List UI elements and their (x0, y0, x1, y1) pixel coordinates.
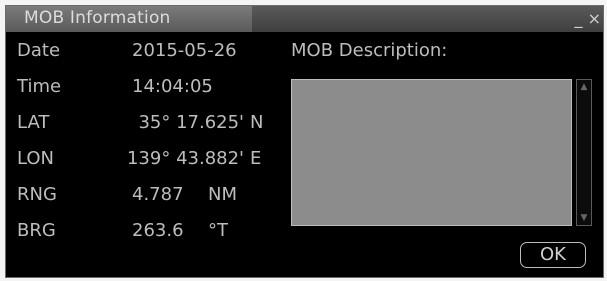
date-label: Date (17, 40, 61, 61)
dialog-title: MOB Information (24, 8, 171, 28)
title-tab: MOB Information (6, 6, 252, 32)
time-value: 14:04:05 (132, 76, 213, 97)
brg-unit: °T (208, 220, 228, 241)
time-label: Time (17, 76, 62, 97)
lat-label: LAT (17, 112, 50, 133)
lon-label: LON (17, 148, 55, 169)
lat-value: 35° 17.625' (138, 112, 244, 133)
rng-value: 4.787 (132, 184, 184, 205)
rng-unit: NM (208, 184, 237, 205)
brg-value: 263.6 (132, 220, 184, 241)
mob-description-textarea[interactable] (291, 79, 572, 226)
description-scrollbar[interactable]: ▲ ▼ (576, 79, 592, 226)
mob-description-label: MOB Description: (291, 40, 448, 61)
date-value: 2015-05-26 (132, 40, 237, 61)
close-icon[interactable]: _ × (575, 9, 602, 28)
lat-hemisphere: N (250, 112, 264, 133)
scroll-up-icon[interactable]: ▲ (579, 82, 589, 92)
mob-information-dialog: MOB Information _ × Date 2015-05-26 Time… (5, 5, 604, 278)
lon-hemisphere: E (250, 148, 262, 169)
rng-label: RNG (17, 184, 57, 205)
scroll-down-icon[interactable]: ▼ (579, 213, 589, 223)
title-bar[interactable]: MOB Information _ × (6, 6, 603, 32)
lon-value: 139° 43.882' (126, 148, 244, 169)
brg-label: BRG (17, 220, 56, 241)
ok-button[interactable]: OK (520, 242, 586, 268)
